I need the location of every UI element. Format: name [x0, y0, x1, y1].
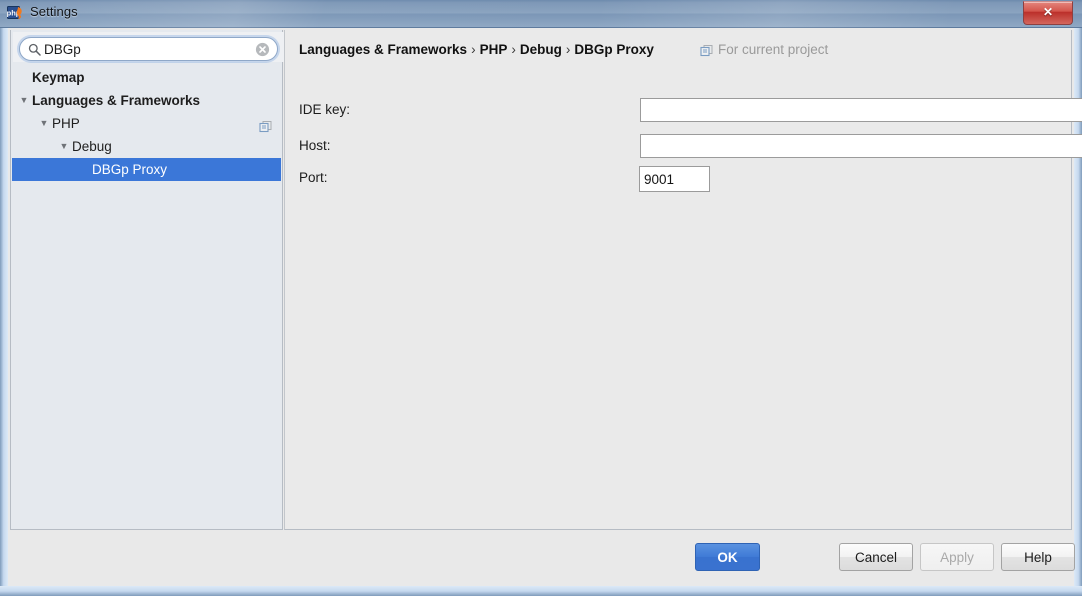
sidebar-item-debug[interactable]: ▼ Debug	[12, 135, 281, 158]
sidebar-item-label: PHP	[52, 116, 80, 131]
copy-settings-icon	[700, 44, 713, 57]
field-label-ide-key: IDE key:	[299, 102, 351, 117]
help-button[interactable]: Help	[1001, 543, 1075, 571]
search-box[interactable]	[19, 37, 278, 61]
search-icon	[28, 43, 41, 56]
field-input-host[interactable]	[640, 134, 1082, 158]
settings-sidebar: Keymap▼Languages & Frameworks▼PHP▼DebugD…	[10, 30, 284, 530]
breadcrumb-segment: Debug	[519, 42, 562, 57]
sidebar-item-keymap[interactable]: Keymap	[12, 66, 281, 89]
breadcrumb: Languages & Frameworks › PHP › Debug › DBGp Pr…	[299, 42, 654, 57]
breadcrumb-segment: Languages & Frameworks	[299, 42, 468, 57]
breadcrumb-segment: PHP	[479, 42, 508, 57]
copy-settings-icon[interactable]	[259, 117, 272, 133]
breadcrumb-separator: ›	[471, 42, 476, 57]
close-icon: ✕	[1042, 5, 1054, 19]
sidebar-item-dbgp-proxy[interactable]: DBGp Proxy	[12, 158, 281, 181]
title-bar: php Settings ✕	[0, 0, 1082, 28]
window-frame-bottom	[0, 586, 1082, 596]
window-frame-left	[0, 0, 8, 596]
settings-tree: Keymap ▼ Languages & Frameworks ▼ PHP ▼ Debug D…	[12, 66, 281, 181]
window-title: Settings	[30, 4, 78, 19]
sidebar-item-languages-frameworks[interactable]: ▼ Languages & Frameworks	[12, 89, 281, 112]
breadcrumb-separator: ›	[565, 42, 571, 57]
field-label-host: Host:	[299, 138, 331, 153]
field-label-port: Port:	[299, 170, 328, 185]
sidebar-item-label: Languages & Frameworks	[32, 93, 201, 108]
scope-note-label: For current project	[718, 42, 829, 57]
sidebar-item-label: Debug	[72, 139, 112, 154]
sidebar-item-label: DBGp Proxy	[92, 162, 168, 177]
search-input[interactable]	[44, 40, 252, 59]
field-input-ide-key[interactable]	[640, 98, 1082, 122]
ok-button[interactable]: OK	[695, 543, 760, 571]
sidebar-item-php[interactable]: ▼ PHP	[12, 112, 281, 135]
phpstorm-icon: php	[7, 5, 24, 22]
settings-content-pane: Languages & Frameworks › PHP › Debug › DBGp Pr…	[284, 30, 1082, 530]
breadcrumb-segment: DBGp Proxy	[574, 42, 654, 57]
chevron-down-icon[interactable]: ▼	[58, 135, 70, 158]
field-input-port[interactable]	[639, 166, 710, 192]
search-bar-container	[13, 32, 284, 62]
settings-dialog-body: Keymap▼Languages & Frameworks▼PHP▼DebugD…	[8, 28, 1082, 586]
chevron-down-icon[interactable]: ▼	[38, 112, 50, 135]
close-button[interactable]: ✕	[1023, 1, 1073, 25]
cancel-button[interactable]: Cancel	[839, 543, 913, 571]
window-frame-right	[1074, 0, 1082, 596]
clear-icon[interactable]	[255, 42, 270, 57]
title-bar-sheen	[0, 0, 1082, 28]
dialog-button-bar: OK Cancel Apply Help	[8, 532, 1075, 586]
sidebar-item-label: Keymap	[32, 70, 85, 85]
settings-window: php Settings ✕ DBGp Keymap ▼ Languages &…	[0, 0, 1082, 596]
chevron-down-icon[interactable]: ▼	[18, 89, 30, 112]
breadcrumb-separator: ›	[511, 42, 516, 57]
apply-button: Apply	[920, 543, 994, 571]
